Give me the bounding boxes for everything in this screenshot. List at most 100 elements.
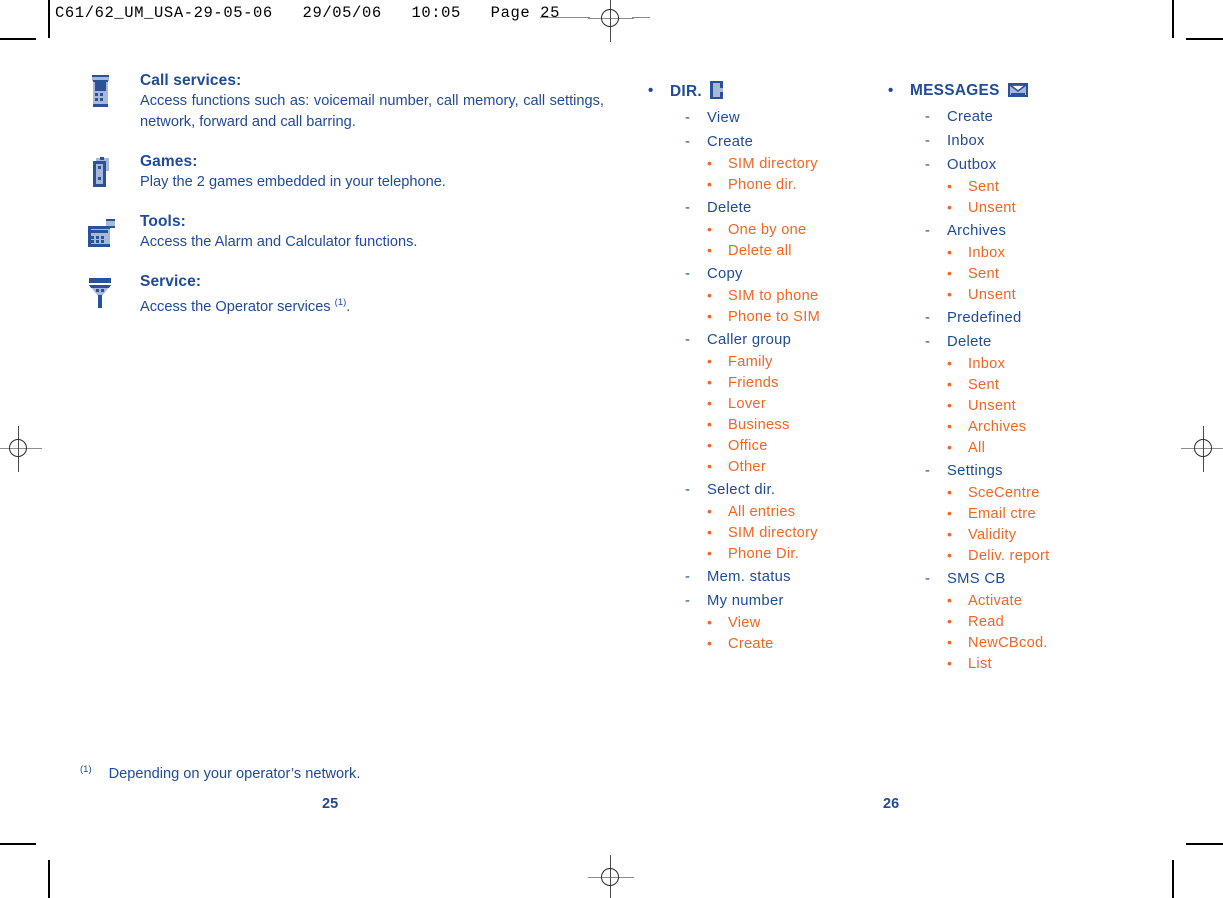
mobile-phone-icon: [84, 74, 124, 112]
submenu-item[interactable]: • SIM directory: [707, 523, 878, 544]
submenu-item[interactable]: • Delete all: [707, 241, 878, 262]
submenu-item[interactable]: • Activate: [947, 591, 1128, 612]
menu-item-settings[interactable]: - Settings • SceCentre • Email ctre • Validi…: [910, 459, 1128, 567]
submenu-item-label: Business: [728, 417, 790, 433]
submenu-item[interactable]: • Business: [707, 415, 878, 436]
bullet-glyph: •: [707, 503, 713, 519]
menu-item-label: Outbox: [947, 157, 997, 173]
menu-item-create[interactable]: - Create: [910, 105, 1128, 129]
submenu-item[interactable]: • Inbox: [947, 354, 1128, 375]
bullet-glyph: •: [947, 655, 953, 671]
submenu-item[interactable]: • Validity: [947, 525, 1128, 546]
crop-mark-bottom-right-vertical: [1172, 860, 1174, 898]
submenu-item[interactable]: • Inbox: [947, 243, 1128, 264]
menu-heading-label: DIR.: [670, 83, 702, 100]
menu-item-view[interactable]: - View: [670, 106, 878, 130]
bullet-glyph: •: [947, 244, 953, 260]
submenu-item[interactable]: • Read: [947, 612, 1128, 633]
menu-item-label: Predefined: [947, 310, 1022, 326]
submenu-item[interactable]: • List: [947, 654, 1128, 675]
submenu-item[interactable]: • Phone to SIM: [707, 307, 878, 328]
submenu-item-label: View: [728, 615, 761, 631]
submenu-item[interactable]: • Sent: [947, 177, 1128, 198]
footnote: (1) Depending on your operator’s network.: [80, 764, 600, 782]
feature-body: Access the Operator services (1).: [140, 292, 604, 318]
page-number-left: 25: [322, 796, 339, 812]
feature-body: Access functions such as: voicemail numb…: [140, 93, 604, 130]
submenu-item[interactable]: • Deliv. report: [947, 546, 1128, 567]
bullet-glyph: •: [947, 286, 953, 302]
dash-glyph: -: [685, 482, 691, 498]
submenu-item-label: Archives: [968, 419, 1027, 435]
submenu-item-label: Phone dir.: [728, 177, 797, 193]
menu-item-label: Caller group: [707, 332, 792, 348]
submenu-list: • Inbox • Sent • Unsent • Archives • All: [947, 354, 1128, 459]
submenu-item[interactable]: • Unsent: [947, 198, 1128, 219]
submenu-list: • SIM directory • Phone dir.: [707, 154, 878, 196]
submenu-item[interactable]: • Phone Dir.: [707, 544, 878, 565]
bullet-glyph: •: [707, 458, 713, 474]
menu-item-archives[interactable]: - Archives • Inbox • Sent • Unsent: [910, 219, 1128, 306]
submenu-item[interactable]: • Unsent: [947, 285, 1128, 306]
bullet-glyph: •: [947, 265, 953, 281]
bullet-glyph: •: [707, 437, 713, 453]
dash-glyph: -: [925, 157, 931, 173]
submenu-item[interactable]: • Other: [707, 457, 878, 478]
menu-item-my-number[interactable]: - My number • View • Create: [670, 589, 878, 655]
submenu-item-label: Sent: [968, 179, 1000, 195]
submenu-item-label: SIM directory: [728, 525, 818, 541]
menu-item-caller-group[interactable]: - Caller group • Family • Friends • Lover • B…: [670, 328, 878, 478]
menu-item-sms-cb[interactable]: - SMS CB • Activate • Read • NewCBcod. • List: [910, 567, 1128, 675]
antenna-service-icon: [84, 275, 124, 313]
menu-item-outbox[interactable]: - Outbox • Sent • Unsent: [910, 153, 1128, 219]
footnote-reference: (1): [334, 297, 347, 308]
menu-item-delete[interactable]: - Delete • One by one • Delete all: [670, 196, 878, 262]
submenu-item-label: Activate: [968, 593, 1023, 609]
submenu-item[interactable]: • SIM to phone: [707, 286, 878, 307]
submenu-item[interactable]: • Office: [707, 436, 878, 457]
submenu-item[interactable]: • One by one: [707, 220, 878, 241]
submenu-item[interactable]: • Archives: [947, 417, 1128, 438]
submenu-item[interactable]: • Sent: [947, 375, 1128, 396]
menu-item-copy[interactable]: - Copy • SIM to phone • Phone to SIM: [670, 262, 878, 328]
dash-glyph: -: [685, 593, 691, 609]
menu-item-inbox[interactable]: - Inbox: [910, 129, 1128, 153]
feature-games: Games: Play the 2 games embedded in your…: [84, 153, 604, 193]
submenu-item[interactable]: • Lover: [707, 394, 878, 415]
menu-item-delete[interactable]: - Delete • Inbox • Sent • Unsent • Archives •…: [910, 330, 1128, 459]
submenu-item[interactable]: • SIM directory: [707, 154, 878, 175]
submenu-item[interactable]: • Email ctre: [947, 504, 1128, 525]
submenu-item[interactable]: • Create: [707, 634, 878, 655]
bullet-glyph: •: [947, 505, 953, 521]
submenu-list: • Family • Friends • Lover • Business • Offic…: [707, 352, 878, 478]
submenu-item[interactable]: • Family: [707, 352, 878, 373]
imposition-header: C61/62_UM_USA-29-05-06 29/05/06 10:05 Pa…: [0, 0, 1223, 40]
menu-item-mem-status[interactable]: - Mem. status: [670, 565, 878, 589]
submenu-item-label: Other: [728, 459, 766, 475]
submenu-item[interactable]: • View: [707, 613, 878, 634]
submenu-item[interactable]: • Friends: [707, 373, 878, 394]
submenu-item[interactable]: • Sent: [947, 264, 1128, 285]
submenu-item[interactable]: • Unsent: [947, 396, 1128, 417]
document-page: C61/62_UM_USA-29-05-06 29/05/06 10:05 Pa…: [0, 0, 1223, 898]
submenu-item[interactable]: • All: [947, 438, 1128, 459]
submenu-item-label: Sent: [968, 377, 1000, 393]
menu-item-select-dir[interactable]: - Select dir. • All entries • SIM directory…: [670, 478, 878, 565]
submenu-item[interactable]: • NewCBcod.: [947, 633, 1128, 654]
middle-content-column: • DIR. - View - Create • SIM directory • Phon…: [648, 80, 878, 657]
submenu-item[interactable]: • Phone dir.: [707, 175, 878, 196]
dash-glyph: -: [925, 334, 931, 350]
dice-games-icon: [84, 155, 124, 193]
bullet-glyph: •: [707, 395, 713, 411]
menu-heading-messages: • MESSAGES - Create - Inbox - Outbox • Sent •…: [888, 80, 1128, 675]
submenu-item[interactable]: • All entries: [707, 502, 878, 523]
menu-item-create[interactable]: - Create • SIM directory • Phone dir.: [670, 130, 878, 196]
bullet-glyph: •: [947, 547, 953, 563]
menu-item-predefined[interactable]: - Predefined: [910, 306, 1128, 330]
bullet-glyph: •: [947, 199, 953, 215]
directory-card-icon: [709, 80, 727, 100]
bullet-glyph: •: [707, 374, 713, 390]
menu-item-label: Create: [707, 134, 754, 150]
submenu-item[interactable]: • SceCentre: [947, 483, 1128, 504]
submenu-item-label: Email ctre: [968, 506, 1036, 522]
